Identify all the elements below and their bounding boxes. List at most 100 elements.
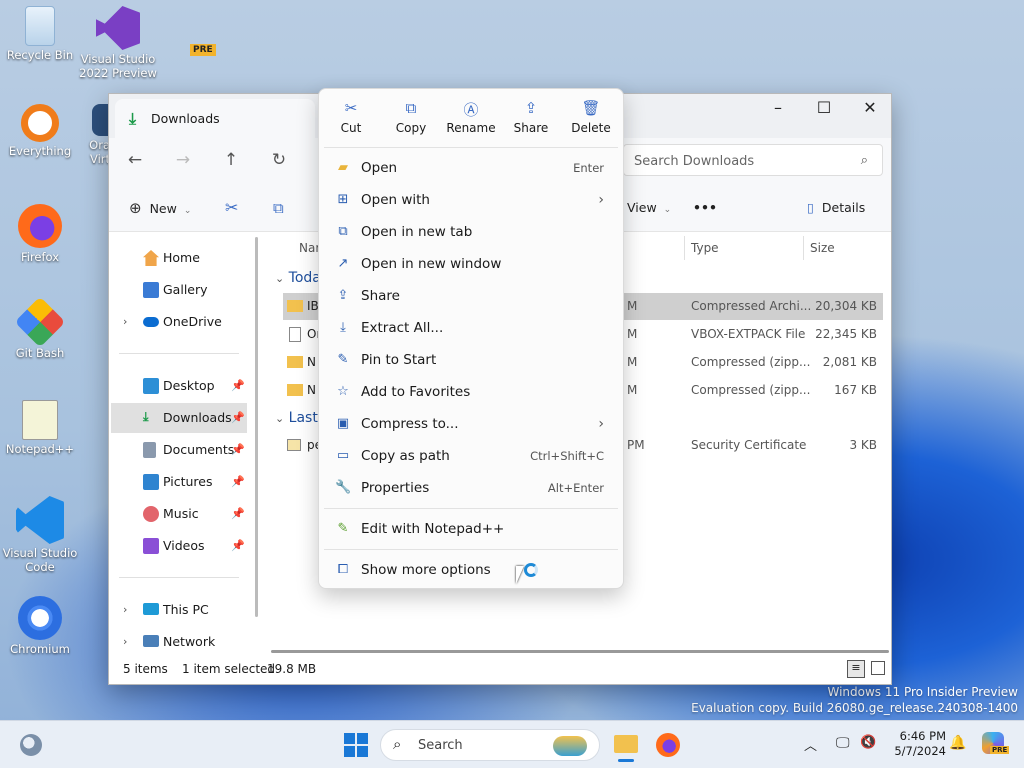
share-button[interactable]: ⇪ Share <box>503 99 559 135</box>
menu-item-copy-as-path[interactable]: ▭ Copy as path Ctrl+Shift+C <box>324 440 618 472</box>
menu-item-edit-notepadpp[interactable]: ✎ Edit with Notepad++ <box>324 513 618 545</box>
sidebar-item-home[interactable]: Home <box>111 243 247 273</box>
folder-icon: ▰ <box>338 160 348 175</box>
item-count: 5 items <box>123 662 168 676</box>
context-menu: ✂ Cut ⧉ Copy Ⓐ Rename ⇪ Share 🗑 Delete ▰ Open E… <box>318 88 624 589</box>
copy-button[interactable]: ⧉ Copy <box>383 99 439 135</box>
menu-item-open-new-window[interactable]: ↗ Open in new window <box>324 248 618 280</box>
widgets-icon[interactable] <box>20 734 42 756</box>
selection-size: 19.8 MB <box>267 662 317 676</box>
volume-muted-icon[interactable]: 🔇 <box>860 735 876 750</box>
chevron-down-icon: ⌄ <box>275 412 285 425</box>
clock-time: 6:46 PM <box>899 729 946 743</box>
desktop-icon-recycle-bin[interactable]: Recycle Bin <box>0 6 80 62</box>
sidebar-item-thispc[interactable]: › This PC <box>111 595 247 625</box>
sidebar-item-documents[interactable]: Documents 📌 <box>111 435 247 465</box>
taskbar-file-explorer[interactable] <box>612 729 640 762</box>
chromium-icon <box>18 596 62 640</box>
pin-icon: ✎ <box>337 352 349 367</box>
sidebar-item-network[interactable]: › Network <box>111 627 247 657</box>
visual-studio-icon <box>96 6 140 50</box>
details-view-button[interactable]: ≡ <box>847 660 865 678</box>
menu-item-add-to-favorites[interactable]: ☆ Add to Favorites <box>324 376 618 408</box>
tiles-view-button[interactable] <box>871 661 885 675</box>
videos-icon <box>143 538 159 554</box>
sidebar-item-pictures[interactable]: Pictures 📌 <box>111 467 247 497</box>
notepadpp-icon: ✎ <box>337 521 349 536</box>
column-header-type[interactable]: Type <box>691 241 719 255</box>
certificate-icon <box>287 439 301 451</box>
menu-item-properties[interactable]: 🔧 Properties Alt+Enter <box>324 472 618 504</box>
up-button[interactable]: ↑ <box>217 148 245 172</box>
group-header-last[interactable]: ⌄ Last <box>275 410 318 426</box>
chevron-right-icon[interactable]: › <box>123 627 127 657</box>
minimize-button[interactable]: – <box>755 94 801 122</box>
extract-icon: ⤓ <box>340 320 346 335</box>
documents-icon <box>143 442 156 458</box>
clock[interactable]: 6:46 PM 5/7/2024 <box>886 729 946 759</box>
network-status-icon[interactable]: 🖵 <box>836 735 850 751</box>
pin-icon: 📌 <box>231 507 245 520</box>
sidebar-item-videos[interactable]: Videos 📌 <box>111 531 247 561</box>
copy-icon: ⧉ <box>405 99 417 117</box>
desktop-icon-everything[interactable]: Everything <box>0 104 80 158</box>
start-button[interactable] <box>344 733 368 757</box>
rename-button[interactable]: Ⓐ Rename <box>443 99 499 135</box>
sidebar-item-gallery[interactable]: Gallery <box>111 275 247 305</box>
desktop-icon-visual-studio[interactable]: PRE Visual Studio 2022 Preview <box>78 6 216 80</box>
group-header-today[interactable]: ⌄ Toda <box>275 270 321 286</box>
chevron-right-icon[interactable]: › <box>123 307 127 337</box>
taskbar-search[interactable]: ⌕ Search <box>380 729 600 761</box>
close-button[interactable]: ✕ <box>847 94 893 122</box>
tab-downloads[interactable]: ⤓ Downloads <box>115 99 315 138</box>
notification-bell-icon[interactable]: 🔔 <box>949 735 966 751</box>
chevron-down-icon: ⌄ <box>275 272 285 285</box>
menu-item-share[interactable]: ⇪ Share <box>324 280 618 312</box>
desktop-icon-notepadpp[interactable]: Notepad++ <box>0 400 80 456</box>
pin-icon: 📌 <box>231 475 245 488</box>
chevron-down-icon: ⌄ <box>663 205 672 215</box>
sidebar-item-desktop[interactable]: Desktop 📌 <box>111 371 247 401</box>
menu-item-open-with[interactable]: ⊞ Open with › <box>324 184 618 216</box>
cut-button[interactable]: ✂ Cut <box>323 99 379 135</box>
refresh-button[interactable]: ↻ <box>265 148 293 172</box>
horizontal-scrollbar[interactable] <box>271 650 889 653</box>
watermark-line2: Evaluation copy. Build 26080.ge_release.… <box>691 701 1018 715</box>
menu-item-compress-to[interactable]: ▣ Compress to... › <box>324 408 618 440</box>
menu-item-pin-to-start[interactable]: ✎ Pin to Start <box>324 344 618 376</box>
chevron-right-icon[interactable]: › <box>123 595 127 625</box>
desktop-icon-git-bash[interactable]: Git Bash <box>0 296 80 360</box>
search-input[interactable]: Search Downloads ⌕ <box>623 144 883 176</box>
desktop-icon-chromium[interactable]: Chromium <box>0 596 80 656</box>
taskbar-firefox[interactable] <box>656 733 680 757</box>
new-button[interactable]: ⊕ New ⌄ <box>129 196 191 220</box>
desktop-icon-firefox[interactable]: Firefox <box>0 204 80 264</box>
details-pane-button[interactable]: ▯ Details <box>807 196 865 220</box>
menu-item-open[interactable]: ▰ Open Enter <box>324 152 618 184</box>
new-tab-icon: ⧉ <box>338 224 348 239</box>
column-header-size[interactable]: Size <box>810 241 835 255</box>
file-icon <box>289 327 301 342</box>
search-highlight-icon <box>553 736 587 756</box>
cut-toolbar-button[interactable]: ✂ <box>225 196 238 220</box>
menu-item-show-more-options[interactable]: ⧠ Show more options <box>324 554 618 586</box>
copy-toolbar-button[interactable]: ⧉ <box>273 196 284 220</box>
pre-badge: PRE <box>190 44 216 56</box>
copilot-pre-badge: PRE <box>990 746 1010 754</box>
delete-button[interactable]: 🗑 Delete <box>563 99 619 135</box>
forward-button[interactable]: → <box>169 148 197 172</box>
show-hidden-icons-button[interactable]: ︿ <box>804 735 817 754</box>
more-options-button[interactable]: ••• <box>693 196 717 220</box>
desktop-icon-virtualbox[interactable]: Ora Virt <box>70 104 110 166</box>
menu-item-extract-all[interactable]: ⤓ Extract All... <box>324 312 618 344</box>
maximize-button[interactable]: ☐ <box>801 94 847 122</box>
view-button[interactable]: View ⌄ <box>627 196 671 220</box>
wrench-icon: 🔧 <box>335 480 352 495</box>
sidebar-scrollbar[interactable] <box>255 237 258 617</box>
sidebar-item-music[interactable]: Music 📌 <box>111 499 247 529</box>
sidebar-item-downloads[interactable]: ⤓ Downloads 📌 <box>111 403 247 433</box>
desktop-icon-vscode[interactable]: Visual Studio Code <box>0 496 80 574</box>
menu-item-open-new-tab[interactable]: ⧉ Open in new tab <box>324 216 618 248</box>
sidebar-item-onedrive[interactable]: › OneDrive <box>111 307 247 337</box>
back-button[interactable]: ← <box>121 148 149 172</box>
